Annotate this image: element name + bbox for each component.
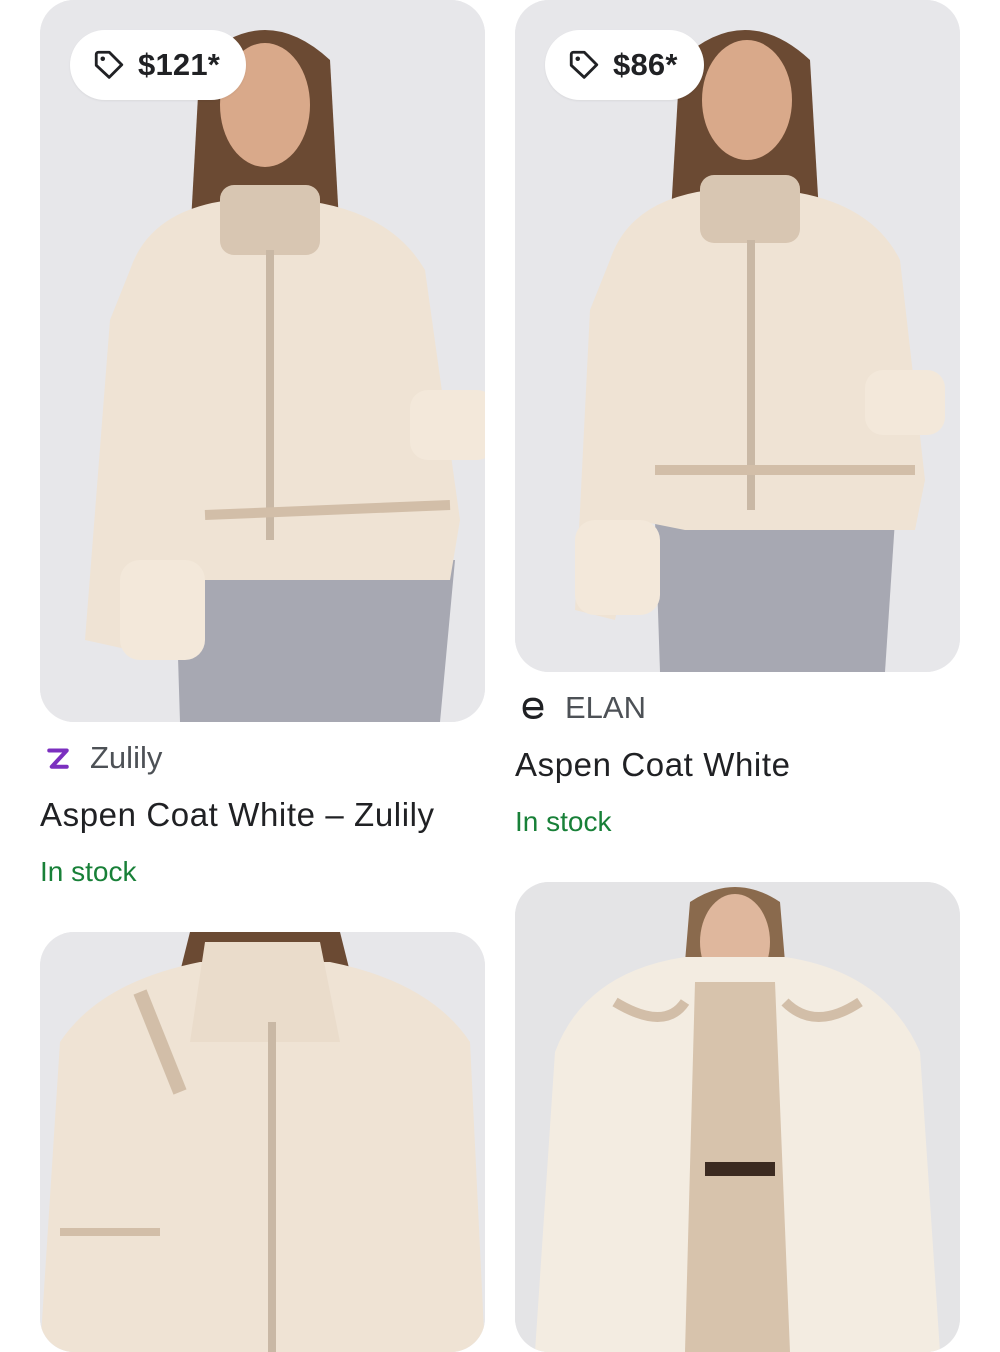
seller-name: Zulily [90,740,163,775]
product-image-hooded-sherpa-jacket [40,932,485,1352]
seller-row-1[interactable]: Zulily [40,740,162,776]
stock-status-1: In stock [40,856,137,887]
price-text: $121* [138,47,221,82]
price-badge-1: $121* [70,30,247,100]
product-title-1[interactable]: Aspen Coat White – Zulily [40,796,435,834]
price-text: $86* [613,47,678,82]
seller-row-2[interactable]: ELAN [515,690,646,726]
zulily-logo-icon [40,740,76,776]
product-card-image-2[interactable] [515,0,960,672]
product-image-coat-front [515,0,960,672]
seller-name: ELAN [565,690,646,725]
stock-status-2: In stock [515,806,612,837]
elan-logo-icon [515,690,551,726]
price-tag-icon [94,50,124,79]
price-tag-icon [569,50,599,79]
product-card-image-1[interactable] [40,0,485,722]
product-title-2[interactable]: Aspen Coat White [515,746,791,784]
product-card-image-3[interactable] [40,932,485,1352]
price-badge-2: $86* [545,30,704,100]
product-card-image-4[interactable] [515,882,960,1352]
product-image-sherpa-jacket-model [515,882,960,1352]
product-image-coat-front [40,0,485,722]
